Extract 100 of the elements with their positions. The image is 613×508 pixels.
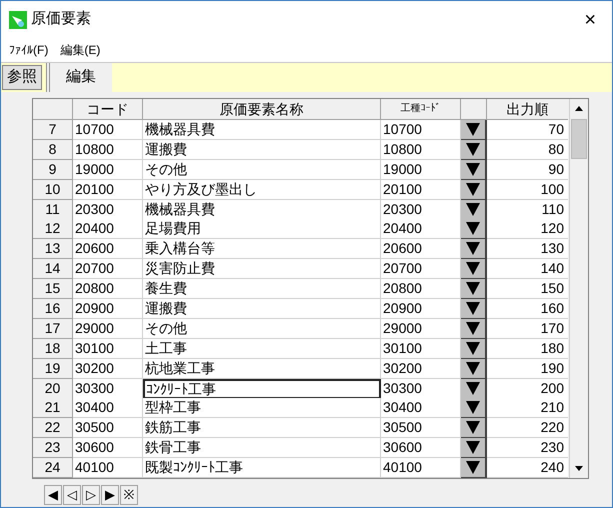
table-cell: 90 xyxy=(487,160,568,180)
menu-item[interactable]: ﾌｧｲﾙ(F) xyxy=(9,41,48,59)
table-cell: 30200 xyxy=(73,358,143,379)
table-cell: 20300 xyxy=(73,200,143,220)
dropdown-button[interactable] xyxy=(461,299,487,320)
row-number: 18 xyxy=(33,338,73,359)
dropdown-button[interactable] xyxy=(461,338,487,359)
table-cell: 運搬費 xyxy=(143,299,381,320)
table-cell: 20700 xyxy=(73,259,143,280)
table-cell: 30400 xyxy=(381,398,461,418)
table-cell: 30300 xyxy=(73,378,143,399)
caret-icon xyxy=(466,322,480,335)
table-cell: その他 xyxy=(143,160,381,180)
dropdown-button[interactable] xyxy=(461,160,487,180)
dropdown-button[interactable] xyxy=(461,318,487,339)
nav-button[interactable]: ◀ xyxy=(44,485,62,506)
table-cell: 10700 xyxy=(73,120,143,140)
table-cell: 既製ｺﾝｸﾘｰﾄ工事 xyxy=(143,458,381,478)
table-cell: 30400 xyxy=(73,398,143,418)
row-number: 8 xyxy=(33,140,73,160)
caret-icon xyxy=(466,142,480,156)
table-cell: 30500 xyxy=(73,418,143,438)
table-cell: 養生費 xyxy=(143,279,381,300)
dropdown-button[interactable] xyxy=(461,259,487,280)
nav-button[interactable]: ▷ xyxy=(82,485,100,506)
table-cell: 20400 xyxy=(73,219,143,240)
dropdown-button[interactable] xyxy=(461,438,487,458)
table-cell: 乗入構台等 xyxy=(143,239,381,260)
table-cell: 40100 xyxy=(381,458,461,478)
dropdown-button[interactable] xyxy=(461,398,487,418)
dropdown-button[interactable] xyxy=(461,358,487,379)
dropdown-button[interactable] xyxy=(461,378,487,399)
window-title: 原価要素 xyxy=(31,9,91,30)
nav-button[interactable]: ◁ xyxy=(63,485,81,506)
table-cell: 型枠工事 xyxy=(143,398,381,418)
table-cell: 10800 xyxy=(381,140,461,160)
dropdown-button[interactable] xyxy=(461,239,487,260)
table-cell: 140 xyxy=(487,259,568,280)
row-number: 22 xyxy=(33,418,73,438)
table-cell: 160 xyxy=(487,299,568,320)
scrollbar[interactable] xyxy=(569,99,588,478)
table-cell: 20300 xyxy=(381,200,461,220)
tab[interactable]: 編集 xyxy=(46,63,112,92)
nav-button[interactable]: ※ xyxy=(120,485,138,506)
table-cell: 230 xyxy=(487,438,568,458)
dropdown-button[interactable] xyxy=(461,180,487,200)
dropdown-button[interactable] xyxy=(461,140,487,160)
row-number: 7 xyxy=(33,120,73,140)
caret-icon xyxy=(466,222,480,236)
tab[interactable]: 参照 xyxy=(2,65,42,90)
caret-icon xyxy=(466,461,480,474)
table-cell: 鉄筋工事 xyxy=(143,418,381,438)
table-cell: 29000 xyxy=(73,318,143,339)
nav-button[interactable]: ▶ xyxy=(101,485,119,506)
table-cell: 180 xyxy=(487,338,568,359)
table-cell: 120 xyxy=(487,219,568,240)
caret-icon xyxy=(466,342,480,355)
row-number: 24 xyxy=(33,458,73,478)
caret-icon xyxy=(466,182,480,196)
caret-icon xyxy=(466,162,480,176)
table-cell: 170 xyxy=(487,318,568,339)
table-cell: 20600 xyxy=(381,239,461,260)
table-cell: 鉄骨工事 xyxy=(143,438,381,458)
caret-icon xyxy=(466,421,480,434)
row-number: 9 xyxy=(33,160,73,180)
table-cell: 30500 xyxy=(381,418,461,438)
table-cell: 19000 xyxy=(381,160,461,180)
dropdown-button[interactable] xyxy=(461,418,487,438)
caret-icon xyxy=(466,441,480,454)
dropdown-button[interactable] xyxy=(461,120,487,140)
table-cell: 20600 xyxy=(73,239,143,260)
table-cell: 200 xyxy=(487,378,568,399)
table-cell: 19000 xyxy=(73,160,143,180)
table-cell: 30200 xyxy=(381,358,461,379)
table-cell: 190 xyxy=(487,358,568,379)
dropdown-button[interactable] xyxy=(461,200,487,220)
caret-icon xyxy=(466,202,480,216)
table-cell: 20800 xyxy=(73,279,143,300)
dropdown-button[interactable] xyxy=(461,219,487,240)
caret-icon xyxy=(466,242,480,256)
table-cell[interactable]: ｺﾝｸﾘｰﾄ工事 xyxy=(143,378,381,399)
table-cell: 240 xyxy=(487,458,568,478)
dropdown-button[interactable] xyxy=(461,279,487,300)
menu-item[interactable]: 編集(E) xyxy=(60,41,100,59)
close-button[interactable]: × xyxy=(576,4,604,34)
row-number: 12 xyxy=(33,219,73,240)
table-cell: 20900 xyxy=(381,299,461,320)
dropdown-button[interactable] xyxy=(461,458,487,478)
caret-icon xyxy=(466,362,480,375)
table-cell: 10700 xyxy=(381,120,461,140)
table-cell: 20700 xyxy=(381,259,461,280)
table-cell: やり方及び墨出し xyxy=(143,180,381,200)
table-cell: 30100 xyxy=(381,338,461,359)
table-cell: 130 xyxy=(487,239,568,260)
row-number: 14 xyxy=(33,259,73,280)
table-cell: 210 xyxy=(487,398,568,418)
scroll-thumb[interactable] xyxy=(571,119,587,159)
row-number: 10 xyxy=(33,180,73,200)
table-cell: 20800 xyxy=(381,279,461,300)
row-number: 15 xyxy=(33,279,73,300)
